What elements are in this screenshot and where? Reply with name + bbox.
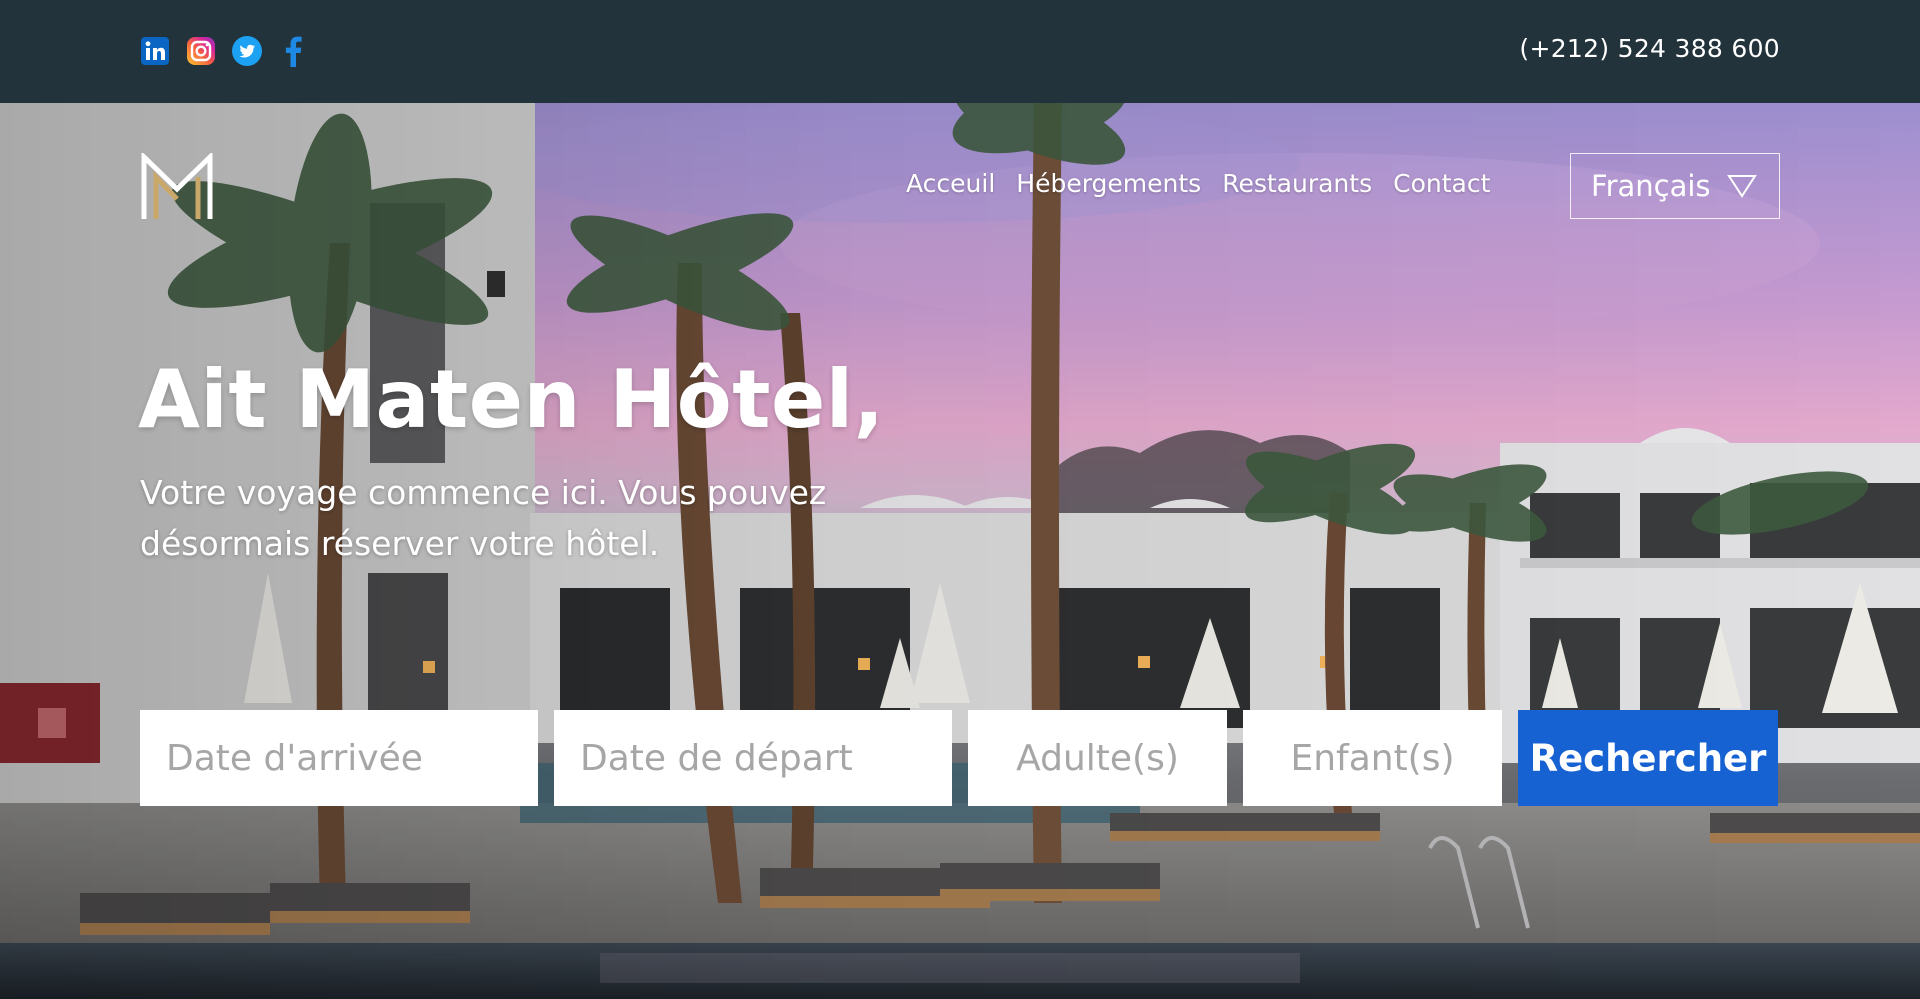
top-bar: (+212) 524 388 600 <box>0 0 1920 103</box>
linkedin-icon[interactable] <box>140 36 170 66</box>
search-button[interactable]: Rechercher <box>1518 710 1778 806</box>
children-field[interactable] <box>1243 710 1502 806</box>
hero-section: Acceuil Hébergements Restaurants Contact… <box>0 103 1920 999</box>
nav-link-restaurants[interactable]: Restaurants <box>1222 169 1372 198</box>
hotel-logo[interactable] <box>140 153 214 223</box>
nav-link-accueil[interactable]: Acceuil <box>906 169 995 198</box>
chevron-down-icon <box>1727 175 1757 198</box>
arrival-date-field[interactable] <box>140 710 538 806</box>
social-links <box>140 36 308 67</box>
phone-number[interactable]: (+212) 524 388 600 <box>1519 34 1780 63</box>
adults-field[interactable] <box>968 710 1227 806</box>
booking-search-form: Rechercher <box>140 710 1778 806</box>
departure-date-field[interactable] <box>554 710 952 806</box>
language-selector-label: Français <box>1591 169 1711 203</box>
main-navigation: Acceuil Hébergements Restaurants Contact <box>906 169 1490 198</box>
hero-title: Ait Maten Hôtel, <box>138 353 885 446</box>
facebook-icon[interactable] <box>278 36 308 67</box>
language-selector[interactable]: Français <box>1570 153 1780 219</box>
twitter-icon[interactable] <box>232 36 262 66</box>
hero-subtitle: Votre voyage commence ici. Vous pouvez d… <box>140 473 827 563</box>
nav-link-contact[interactable]: Contact <box>1393 169 1490 198</box>
instagram-icon[interactable] <box>186 36 216 66</box>
nav-link-hebergements[interactable]: Hébergements <box>1016 169 1201 198</box>
